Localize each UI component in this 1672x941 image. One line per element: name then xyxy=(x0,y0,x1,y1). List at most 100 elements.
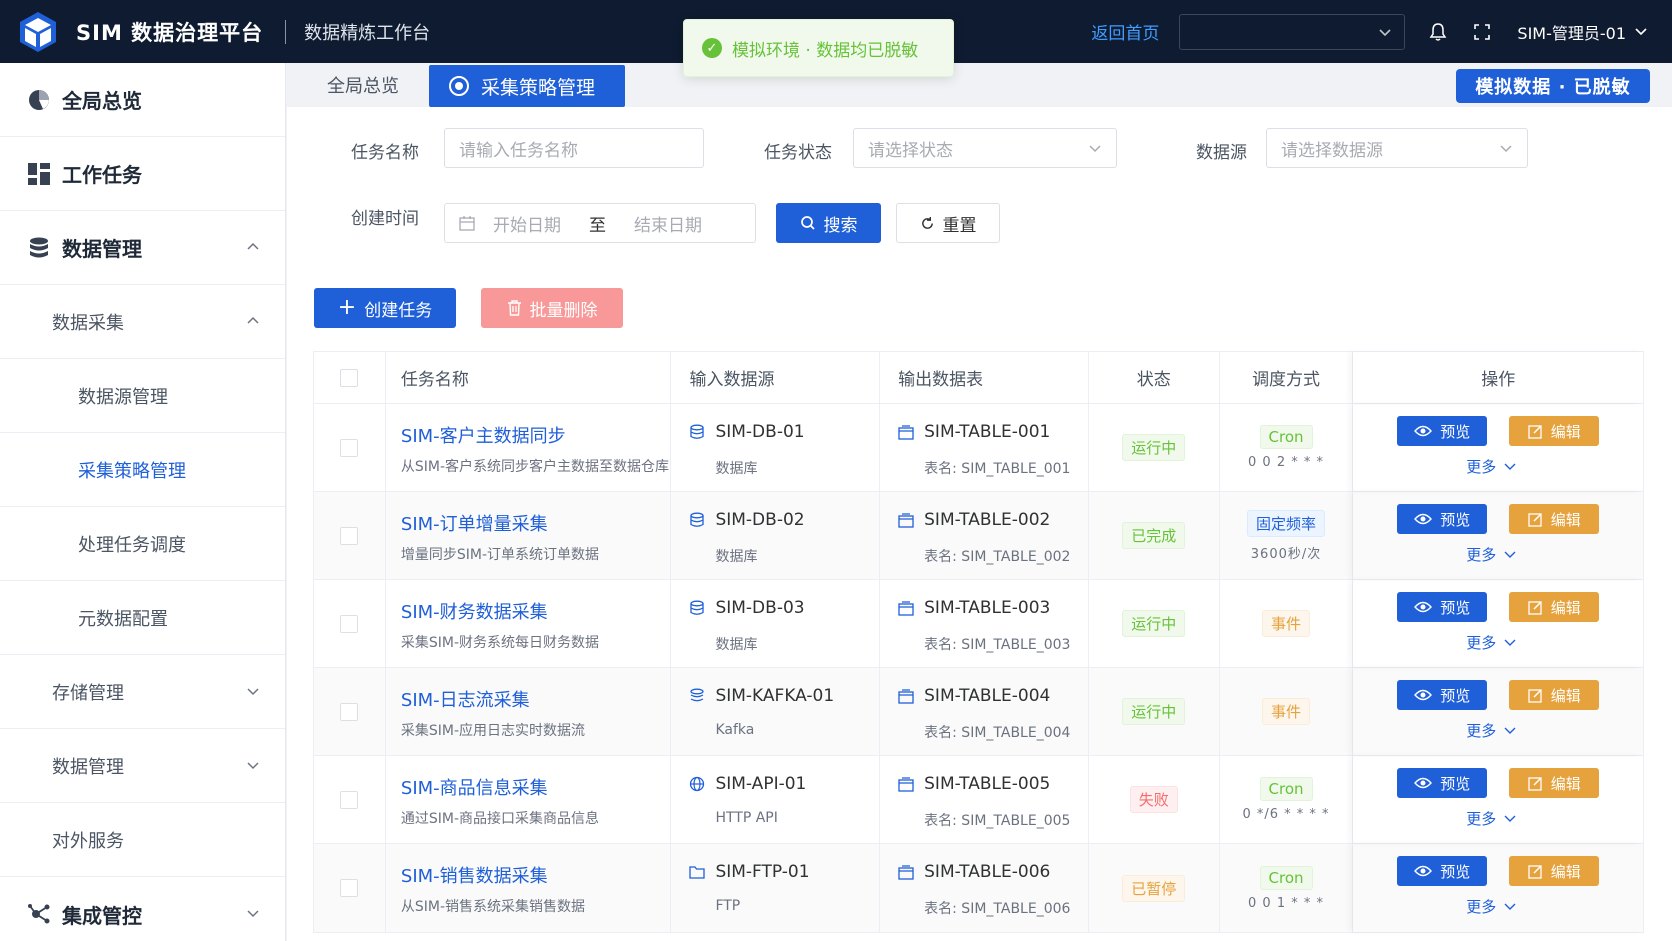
status-placeholder: 请选择状态 xyxy=(868,140,953,161)
output-table-cell: SIM-TABLE-006 表名: SIM_TABLE_006 xyxy=(880,844,1089,932)
search-button[interactable]: 搜索 xyxy=(776,203,881,243)
sidebar-item-external-service[interactable]: 对外服务 xyxy=(0,803,285,877)
sidebar-item-task-scheduling[interactable]: 处理任务调度 xyxy=(0,507,285,581)
schedule-expression: 0 */6 * * * * xyxy=(1242,807,1330,822)
tab-label: 采集策略管理 xyxy=(481,76,596,99)
trash-icon xyxy=(507,300,521,316)
status-select[interactable]: 请选择状态 xyxy=(853,128,1117,168)
sidebar-item-label: 元数据配置 xyxy=(78,608,168,630)
sidebar-item-label: 数据采集 xyxy=(52,312,124,334)
table-row: SIM-日志流采集 采集SIM-应用日志实时数据流 SIM-KAFKA-01 K… xyxy=(314,668,1643,756)
more-label: 更多 xyxy=(1466,546,1497,564)
bell-icon[interactable] xyxy=(1429,22,1447,42)
task-table: 任务名称 输入数据源 输出数据表 状态 调度方式 操作 SIM-客户主数据同步 … xyxy=(313,351,1644,933)
source-type: 数据库 xyxy=(715,549,758,565)
more-dropdown[interactable]: 更多 xyxy=(1353,544,1643,565)
task-name-link[interactable]: SIM-销售数据采集 xyxy=(401,862,548,888)
toast-message: ✓ 模拟环境 · 数据均已脱敏 xyxy=(683,19,954,77)
eye-icon xyxy=(1414,865,1433,877)
row-checkbox[interactable] xyxy=(340,790,359,809)
sidebar-item-collection-policy[interactable]: 采集策略管理 xyxy=(0,433,285,507)
sidebar-item-storage[interactable]: 存储管理 xyxy=(0,655,285,729)
user-menu[interactable]: SIM-管理员-01 xyxy=(1517,20,1648,44)
sidebar-item-datasource[interactable]: 数据源管理 xyxy=(0,359,285,433)
workspace-select[interactable] xyxy=(1179,13,1406,50)
output-table-sub: 表名: SIM_TABLE_003 xyxy=(924,637,1071,653)
task-name-link[interactable]: SIM-客户主数据同步 xyxy=(401,422,566,448)
date-range-picker[interactable]: 开始日期 至 结束日期 xyxy=(444,203,756,243)
source-select[interactable]: 请选择数据源 xyxy=(1266,128,1528,168)
create-task-button[interactable]: + 创建任务 xyxy=(314,288,456,328)
fullscreen-icon[interactable] xyxy=(1473,23,1491,41)
batch-delete-label: 批量删除 xyxy=(529,300,598,321)
actions-cell: 预览 编辑 更多 xyxy=(1353,668,1643,755)
preview-button[interactable]: 预览 xyxy=(1397,680,1488,710)
sidebar-item-overview[interactable]: 全局总览 xyxy=(0,63,285,137)
sidebar-item-label: 数据管理 xyxy=(62,237,142,261)
checkbox-cell xyxy=(314,844,386,932)
checkbox-cell xyxy=(314,668,386,755)
preview-button[interactable]: 预览 xyxy=(1397,504,1488,534)
source-label: 数据源 xyxy=(1196,143,1247,163)
output-table-cell: SIM-TABLE-003 表名: SIM_TABLE_003 xyxy=(880,580,1089,667)
status-cell: 运行中 xyxy=(1089,668,1220,755)
network-icon xyxy=(26,901,52,927)
chevron-down-icon xyxy=(1504,903,1516,910)
more-dropdown[interactable]: 更多 xyxy=(1353,720,1643,741)
actions-cell: 预览 编辑 更多 xyxy=(1353,404,1643,491)
preview-button[interactable]: 预览 xyxy=(1397,416,1488,446)
task-name-input[interactable]: 请输入任务名称 xyxy=(444,128,704,168)
more-dropdown[interactable]: 更多 xyxy=(1353,808,1643,829)
sidebar-item-data-management[interactable]: 数据管理 xyxy=(0,211,285,285)
edit-button[interactable]: 编辑 xyxy=(1509,592,1600,622)
sidebar-item-metadata[interactable]: 元数据配置 xyxy=(0,581,285,655)
edit-icon xyxy=(1528,776,1542,791)
task-name-link[interactable]: SIM-财务数据采集 xyxy=(401,598,548,624)
source-name: SIM-DB-02 xyxy=(715,510,805,530)
tab-overview[interactable]: 全局总览 xyxy=(327,72,399,98)
output-table-sub: 表名: SIM_TABLE_002 xyxy=(924,549,1071,565)
header-checkbox-cell xyxy=(314,352,386,403)
edit-button[interactable]: 编辑 xyxy=(1509,504,1600,534)
row-checkbox[interactable] xyxy=(340,879,359,897)
sidebar-item-tasks[interactable]: 工作任务 xyxy=(0,137,285,211)
row-checkbox[interactable] xyxy=(340,526,359,545)
status-badge: 运行中 xyxy=(1122,610,1186,637)
sidebar-item-integration[interactable]: 集成管控 xyxy=(0,877,285,941)
row-checkbox[interactable] xyxy=(340,614,359,633)
pie-chart-icon xyxy=(26,87,52,113)
source-name: SIM-DB-01 xyxy=(715,422,805,442)
header-schedule: 调度方式 xyxy=(1220,352,1354,403)
schedule-badge: Cron xyxy=(1259,865,1313,890)
refresh-icon xyxy=(921,216,933,229)
edit-button[interactable]: 编辑 xyxy=(1509,680,1600,710)
created-label: 创建时间 xyxy=(351,209,419,229)
more-dropdown[interactable]: 更多 xyxy=(1353,896,1643,917)
edit-button[interactable]: 编辑 xyxy=(1509,768,1600,798)
batch-delete-button[interactable]: 批量删除 xyxy=(481,288,623,328)
task-name-link[interactable]: SIM-日志流采集 xyxy=(401,686,530,712)
edit-button[interactable]: 编辑 xyxy=(1509,856,1600,886)
row-checkbox[interactable] xyxy=(340,438,359,457)
chevron-up-icon xyxy=(247,242,259,250)
tab-collection-policy[interactable]: 采集策略管理 xyxy=(429,65,625,107)
preview-button[interactable]: 预览 xyxy=(1397,768,1488,798)
home-link[interactable]: 返回首页 xyxy=(1091,19,1159,44)
sidebar-item-data-management-sub[interactable]: 数据管理 xyxy=(0,729,285,803)
preview-button[interactable]: 预览 xyxy=(1397,592,1488,622)
reset-button[interactable]: 重置 xyxy=(896,203,1000,243)
radio-dot-icon xyxy=(449,76,469,96)
task-name-link[interactable]: SIM-订单增量采集 xyxy=(401,510,548,536)
preview-button[interactable]: 预览 xyxy=(1397,856,1488,886)
sidebar-item-data-collection[interactable]: 数据采集 xyxy=(0,285,285,359)
select-all-checkbox[interactable] xyxy=(340,368,359,387)
task-name-link[interactable]: SIM-商品信息采集 xyxy=(401,774,548,800)
source-name: SIM-API-01 xyxy=(715,774,807,794)
table-row: SIM-销售数据采集 从SIM-销售系统采集销售数据 SIM-FTP-01 FT… xyxy=(314,844,1643,932)
edit-button[interactable]: 编辑 xyxy=(1509,416,1600,446)
preview-label: 预览 xyxy=(1440,510,1471,529)
more-dropdown[interactable]: 更多 xyxy=(1353,456,1643,477)
task-name-cell: SIM-日志流采集 采集SIM-应用日志实时数据流 xyxy=(386,668,672,755)
row-checkbox[interactable] xyxy=(340,702,359,721)
more-dropdown[interactable]: 更多 xyxy=(1353,632,1643,653)
